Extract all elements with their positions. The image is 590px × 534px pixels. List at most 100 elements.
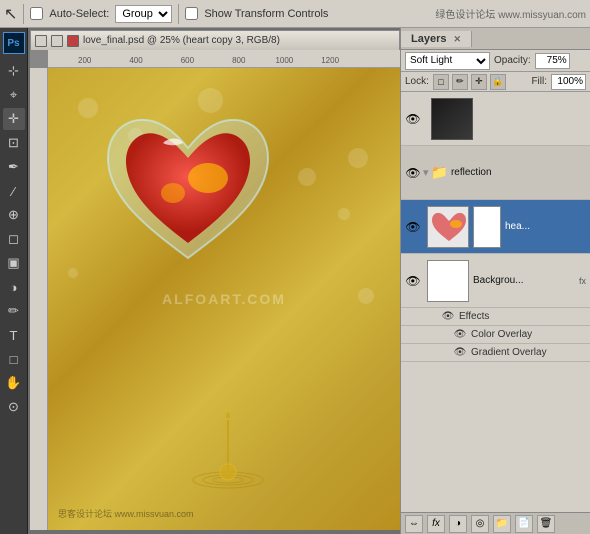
new-layer-btn[interactable]: 📄 bbox=[515, 515, 533, 533]
new-adjustment-btn[interactable]: ◎ bbox=[471, 515, 489, 533]
ruler-horizontal: 200 400 600 800 1000 1200 bbox=[48, 50, 400, 68]
hand-tool[interactable]: ✋ bbox=[3, 372, 25, 394]
top-toolbar: ↖ Auto-Select: Group Show Transform Cont… bbox=[0, 0, 590, 28]
zoom-tool[interactable]: ⊙ bbox=[3, 396, 25, 418]
bokeh-5 bbox=[338, 208, 350, 220]
lock-pixels-btn[interactable]: ✏ bbox=[452, 74, 468, 90]
document-title: love_final.psd @ 25% (heart copy 3, RGB/… bbox=[83, 35, 280, 46]
brush-tool[interactable]: ⁄ bbox=[3, 180, 25, 202]
separator-1 bbox=[23, 4, 24, 24]
layer-mask-heart bbox=[473, 206, 501, 248]
color-overlay-item[interactable]: 👁 Color Overlay bbox=[401, 326, 590, 344]
layers-tab-bar: Layers ✕ bbox=[401, 28, 590, 50]
bokeh-6 bbox=[348, 148, 368, 168]
layer-name-heart: hea... bbox=[505, 221, 586, 232]
lock-icons: □ ✏ ✛ 🔒 bbox=[433, 74, 506, 90]
maximize-button[interactable] bbox=[51, 35, 63, 47]
layer-thumb-heart bbox=[427, 206, 469, 248]
canvas-image[interactable]: ALFOART.COM 思客设计论坛 www.missvuan.com bbox=[48, 68, 400, 530]
layers-tab-close[interactable]: ✕ bbox=[454, 34, 462, 44]
opacity-label: Opacity: bbox=[494, 55, 531, 66]
lock-bar: Lock: □ ✏ ✛ 🔒 Fill: bbox=[401, 72, 590, 92]
transform-label: Show Transform Controls bbox=[204, 8, 328, 20]
lock-position-btn[interactable]: ✛ bbox=[471, 74, 487, 90]
bokeh-8 bbox=[358, 288, 374, 304]
group-dropdown[interactable]: Group bbox=[115, 5, 172, 23]
logo-text: 绿色设计论坛 www.missyuan.com bbox=[435, 6, 586, 21]
close-button[interactable] bbox=[67, 35, 79, 47]
folder-arrow[interactable]: ▾ bbox=[423, 166, 429, 179]
blend-bar: Soft Light Opacity: bbox=[401, 50, 590, 72]
gradient-tool[interactable]: ▣ bbox=[3, 252, 25, 274]
ruler-vertical bbox=[30, 68, 48, 530]
layer-eye-reflection[interactable]: 👁 bbox=[405, 165, 421, 181]
heart-image bbox=[88, 88, 288, 288]
pen-tool[interactable]: ✏ bbox=[3, 300, 25, 322]
color-overlay-label: Color Overlay bbox=[471, 329, 532, 340]
crop-tool[interactable]: ⊡ bbox=[3, 132, 25, 154]
layer-style-btn[interactable]: fx bbox=[427, 515, 445, 533]
selection-tool[interactable]: ⊹ bbox=[3, 60, 25, 82]
lock-all-btn[interactable]: 🔒 bbox=[490, 74, 506, 90]
doc-titlebar: love_final.psd @ 25% (heart copy 3, RGB/… bbox=[30, 30, 400, 50]
lock-transparent-btn[interactable]: □ bbox=[433, 74, 449, 90]
eyedropper-tool[interactable]: ✒ bbox=[3, 156, 25, 178]
layers-list: 👁 👁 ▾ 📁 reflection 👁 bbox=[401, 92, 590, 512]
layers-panel: Layers ✕ Soft Light Opacity: Lock: □ ✏ ✛… bbox=[400, 28, 590, 534]
gradient-overlay-item[interactable]: 👁 Gradient Overlay bbox=[401, 344, 590, 362]
layer-name-background: Backgrou... bbox=[473, 275, 577, 286]
layer-item-heart-copy[interactable]: 👁 hea... bbox=[401, 200, 590, 254]
effects-eye[interactable]: 👁 bbox=[441, 310, 455, 324]
water-drop bbox=[188, 400, 268, 500]
layer-eye-heart[interactable]: 👁 bbox=[405, 219, 421, 235]
layer-thumb-dark bbox=[431, 98, 473, 140]
gradient-overlay-label: Gradient Overlay bbox=[471, 347, 547, 358]
lock-label: Lock: bbox=[405, 76, 429, 87]
layer-fx-badge: fx bbox=[579, 276, 586, 286]
layer-thumb-background bbox=[427, 260, 469, 302]
auto-select-checkbox[interactable] bbox=[30, 7, 43, 20]
layers-bottom-bar: ⇔ fx ◑ ◎ 📁 📄 🗑 bbox=[401, 512, 590, 534]
fill-input[interactable] bbox=[551, 74, 586, 90]
opacity-input[interactable] bbox=[535, 53, 570, 69]
watermark2: 思客设计论坛 www.missvuan.com bbox=[58, 507, 194, 520]
lasso-tool[interactable]: ⌖ bbox=[3, 84, 25, 106]
layer-item-background[interactable]: 👁 Backgrou... fx bbox=[401, 254, 590, 308]
blend-mode-dropdown[interactable]: Soft Light bbox=[405, 52, 490, 70]
ps-sidebar: Ps ⊹ ⌖ ✛ ⊡ ✒ ⁄ ⊕ ◻ ▣ ◑ ✏ T □ ✋ ⊙ bbox=[0, 28, 28, 534]
layer-item-reflection[interactable]: 👁 ▾ 📁 reflection bbox=[401, 146, 590, 200]
effects-label: Effects bbox=[459, 311, 489, 322]
ps-logo: Ps bbox=[3, 32, 25, 54]
separator-2 bbox=[178, 4, 179, 24]
fill-label: Fill: bbox=[531, 76, 547, 87]
color-overlay-eye[interactable]: 👁 bbox=[453, 328, 467, 342]
layer-eye-dark[interactable]: 👁 bbox=[405, 111, 421, 127]
dodge-tool[interactable]: ◑ bbox=[3, 276, 25, 298]
shape-tool[interactable]: □ bbox=[3, 348, 25, 370]
effects-header: 👁 Effects bbox=[401, 308, 590, 326]
folder-icon: 📁 bbox=[431, 164, 448, 181]
bokeh-4 bbox=[298, 168, 316, 186]
type-tool[interactable]: T bbox=[3, 324, 25, 346]
doc-content: 200 400 600 800 1000 1200 bbox=[30, 50, 400, 530]
delete-layer-btn[interactable]: 🗑 bbox=[537, 515, 555, 533]
layer-eye-background[interactable]: 👁 bbox=[405, 273, 421, 289]
doc-window: love_final.psd @ 25% (heart copy 3, RGB/… bbox=[30, 30, 400, 530]
gradient-overlay-eye[interactable]: 👁 bbox=[453, 346, 467, 360]
canvas-area: love_final.psd @ 25% (heart copy 3, RGB/… bbox=[28, 28, 403, 534]
link-layers-btn[interactable]: ⇔ bbox=[405, 515, 423, 533]
clone-tool[interactable]: ⊕ bbox=[3, 204, 25, 226]
layers-tab[interactable]: Layers ✕ bbox=[401, 31, 472, 47]
layer-item-dark[interactable]: 👁 bbox=[401, 92, 590, 146]
new-group-btn[interactable]: 📁 bbox=[493, 515, 511, 533]
watermark: ALFOART.COM bbox=[162, 291, 286, 307]
move-tool-icon[interactable]: ↖ bbox=[4, 4, 17, 24]
auto-select-label: Auto-Select: bbox=[49, 8, 109, 20]
transform-checkbox[interactable] bbox=[185, 7, 198, 20]
move-tool[interactable]: ✛ bbox=[3, 108, 25, 130]
layer-name-reflection: reflection bbox=[451, 167, 586, 178]
add-mask-btn[interactable]: ◑ bbox=[449, 515, 467, 533]
bokeh-7 bbox=[68, 268, 78, 278]
minimize-button[interactable] bbox=[35, 35, 47, 47]
eraser-tool[interactable]: ◻ bbox=[3, 228, 25, 250]
